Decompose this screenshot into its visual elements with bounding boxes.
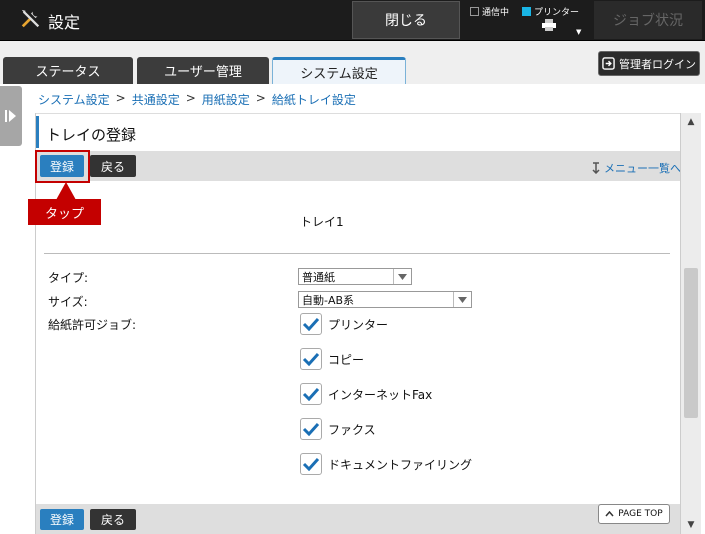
content-pane: トレイの登録 登録 戻る メニュー一覧へ タップ トレイ1 タイプ: 普通紙 サ… [28, 113, 681, 534]
app-title: 設定 [20, 9, 80, 33]
checkbox-checked-icon[interactable] [300, 348, 322, 370]
breadcrumb-separator: > [185, 91, 196, 105]
scrollbar-thumb[interactable] [684, 268, 698, 418]
job-label: プリンター [328, 317, 389, 332]
register-button-bottom[interactable]: 登録 [40, 509, 84, 530]
checkbox-checked-icon[interactable] [300, 383, 322, 405]
checkbox-checked-icon[interactable] [300, 418, 322, 440]
breadcrumb-tray-settings[interactable]: 給紙トレイ設定 [272, 91, 356, 108]
size-label: サイズ: [48, 295, 88, 309]
login-icon [602, 57, 615, 70]
menu-list-label: メニュー一覧へ [604, 162, 681, 175]
admin-login-button[interactable]: 管理者ログイン [598, 51, 700, 76]
job-label: コピー [328, 352, 365, 367]
status-communicating: 通信中 [470, 5, 509, 18]
tray-name: トレイ1 [300, 215, 344, 229]
menu-list-link[interactable]: メニュー一覧へ [591, 160, 681, 176]
job-label: ドキュメントファイリング [328, 457, 473, 472]
expand-icon [5, 110, 16, 122]
tap-callout: タップ [28, 199, 101, 225]
allowed-jobs-label: 給紙許可ジョブ: [48, 318, 137, 332]
return-icon [592, 162, 600, 174]
app-title-text: 設定 [48, 13, 81, 32]
callout-pointer [56, 182, 76, 200]
breadcrumb-system-settings[interactable]: システム設定 [38, 91, 110, 108]
page-title: トレイの登録 [46, 126, 137, 144]
checkbox-checked-icon[interactable] [300, 453, 322, 475]
admin-login-label: 管理者ログイン [619, 57, 696, 71]
breadcrumb: システム設定 > 共通設定 > 用紙設定 > 給紙トレイ設定 [38, 91, 356, 108]
page-top-button[interactable]: PAGE TOP [598, 504, 670, 524]
tab-bar: ステータス ユーザー管理 システム設定 管理者ログイン [0, 41, 705, 84]
size-select-value: 自動-AB系 [302, 293, 355, 307]
status-printer: プリンター [522, 5, 579, 18]
tab-user-management[interactable]: ユーザー管理 [137, 57, 269, 84]
printer-icon [542, 19, 556, 31]
tab-system-settings[interactable]: システム設定 [272, 57, 406, 84]
sidebar-toggle[interactable] [0, 86, 22, 146]
divider [44, 253, 670, 254]
job-checkbox-fax[interactable]: ファクス [300, 418, 376, 440]
size-select[interactable]: 自動-AB系 [298, 291, 472, 308]
breadcrumb-paper-settings[interactable]: 用紙設定 [202, 91, 250, 108]
job-label: ファクス [328, 422, 376, 437]
breadcrumb-separator: > [255, 91, 266, 105]
scroll-up-icon[interactable]: ▲ [681, 113, 701, 131]
type-select[interactable]: 普通紙 [298, 268, 412, 285]
type-label: タイプ: [48, 271, 89, 285]
job-status-button[interactable]: ジョブ状況 [594, 1, 702, 39]
printer-indicator [522, 7, 531, 16]
close-button[interactable]: 閉じる [352, 1, 460, 39]
device-status: 通信中 プリンター ▼ [468, 4, 592, 38]
status-communicating-label: 通信中 [482, 8, 510, 18]
title-accent-bar [36, 116, 39, 148]
checkbox-checked-icon[interactable] [300, 313, 322, 335]
job-checkbox-document-filing[interactable]: ドキュメントファイリング [300, 453, 472, 475]
job-checkbox-printer[interactable]: プリンター [300, 313, 388, 335]
back-button-bottom[interactable]: 戻る [90, 509, 136, 530]
vertical-scrollbar[interactable]: ▲ ▼ [680, 113, 701, 534]
printer-dropdown-icon[interactable]: ▼ [576, 28, 581, 36]
job-checkbox-copy[interactable]: コピー [300, 348, 364, 370]
breadcrumb-common-settings[interactable]: 共通設定 [132, 91, 180, 108]
type-select-value: 普通紙 [302, 270, 335, 284]
page-top-label: PAGE TOP [618, 509, 663, 519]
job-checkbox-internet-fax[interactable]: インターネットFax [300, 383, 432, 405]
tab-status[interactable]: ステータス [3, 57, 133, 84]
chevron-up-icon [605, 511, 614, 517]
back-button[interactable]: 戻る [90, 155, 136, 177]
page-header: トレイの登録 [36, 113, 681, 151]
wrench-screwdriver-icon [20, 8, 42, 34]
tap-highlight [35, 150, 90, 183]
breadcrumb-separator: > [115, 91, 126, 105]
top-bar: 設定 閉じる 通信中 プリンター ▼ ジョブ状況 [0, 0, 705, 41]
chevron-down-icon [453, 292, 471, 307]
communicating-indicator [470, 7, 479, 16]
chevron-down-icon [393, 269, 411, 284]
job-label: インターネットFax [328, 387, 433, 402]
scroll-down-icon[interactable]: ▼ [681, 516, 701, 534]
status-printer-label: プリンター [534, 8, 580, 18]
